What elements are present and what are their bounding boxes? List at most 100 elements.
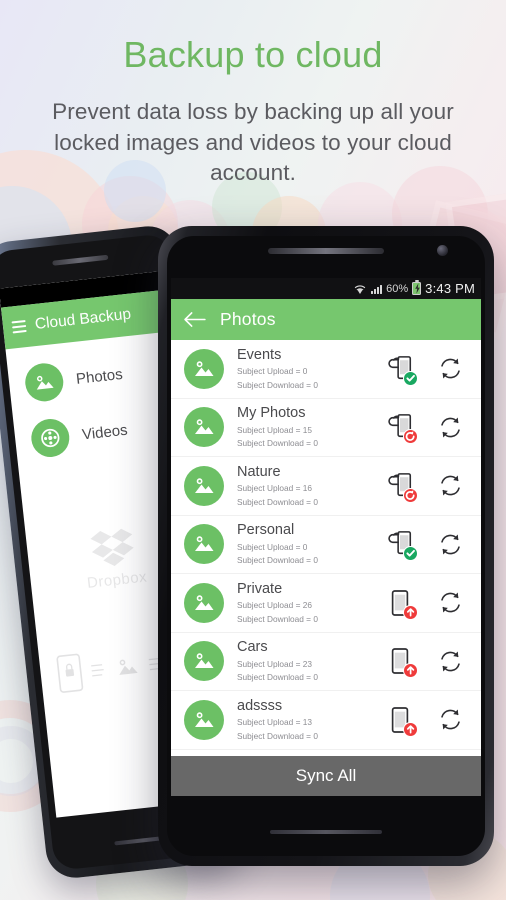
refresh-badge-icon (403, 429, 418, 445)
refresh-badge-icon (403, 487, 418, 503)
front-phone-mockup: 60% 3:43 PM Photos Events Subject Upload… (158, 226, 494, 866)
album-download-count: Subject Download = 0 (237, 379, 318, 390)
front-phone-screen: 60% 3:43 PM Photos Events Subject Upload… (171, 278, 481, 796)
dropbox-logo-icon (90, 528, 134, 566)
wifi-icon (354, 284, 366, 294)
bottom-speaker (270, 830, 382, 834)
list-item-text: Private Subject Upload = 26 Subject Down… (237, 580, 370, 626)
list-item-actions (383, 644, 473, 679)
list-item-actions (383, 586, 473, 620)
album-upload-count: Subject Upload = 0 (237, 366, 308, 377)
back-appbar-title: Cloud Backup (34, 305, 132, 333)
list-item-private[interactable]: Private Subject Upload = 26 Subject Down… (171, 574, 481, 633)
upload-badge-icon (403, 604, 418, 620)
hamburger-icon[interactable] (11, 319, 27, 334)
album-name: My Photos (237, 405, 306, 422)
list-item-text: My Photos Subject Upload = 15 Subject Do… (237, 404, 370, 450)
list-item-nature[interactable]: Nature Subject Upload = 16 Subject Downl… (171, 457, 481, 516)
image-icon (184, 582, 224, 623)
headline-block: Backup to cloud Prevent data loss by bac… (0, 34, 506, 189)
dropbox-watermark-label: Dropbox (86, 568, 148, 592)
sync-icon[interactable] (433, 703, 467, 737)
album-name: Personal (237, 522, 295, 539)
list-item-actions (383, 352, 473, 386)
list-item-personal[interactable]: Personal Subject Upload = 0 Subject Down… (171, 516, 481, 574)
list-item-events[interactable]: Events Subject Upload = 0 Subject Downlo… (171, 340, 481, 399)
sync-icon[interactable] (433, 410, 467, 444)
upload-badge-icon (403, 721, 418, 737)
list-item-text: adssss Subject Upload = 13 Subject Downl… (237, 697, 370, 743)
page-subtitle: Prevent data loss by backing up all your… (52, 99, 454, 186)
list-item-my-photos[interactable]: My Photos Subject Upload = 15 Subject Do… (171, 399, 481, 457)
album-download-count: Subject Download = 0 (237, 438, 318, 449)
sync-icon[interactable] (433, 352, 467, 386)
battery-percent-label: 60% (386, 282, 409, 295)
phone-icon[interactable] (383, 703, 418, 737)
app-toolbar: Photos (171, 299, 481, 340)
album-download-count: Subject Download = 0 (237, 672, 318, 683)
sync-icon[interactable] (433, 527, 467, 561)
image-icon (119, 659, 138, 675)
cloud-phone-icon[interactable] (383, 352, 418, 386)
locked-phone-icon (56, 653, 84, 693)
album-upload-count: Subject Upload = 16 (237, 483, 312, 494)
list-item-actions (383, 410, 473, 445)
sync-all-button[interactable]: Sync All (171, 756, 481, 796)
album-name: Events (237, 346, 282, 363)
battery-charging-icon (412, 280, 422, 295)
check-badge-icon (403, 546, 418, 562)
front-camera (437, 245, 448, 256)
album-list[interactable]: Events Subject Upload = 0 Subject Downlo… (171, 340, 481, 756)
signal-bars-icon (371, 284, 383, 294)
page-title: Backup to cloud (123, 34, 383, 75)
image-icon (184, 348, 224, 389)
image-icon (184, 465, 224, 506)
album-name: Nature (237, 463, 281, 480)
toolbar-title: Photos (220, 309, 276, 329)
cloud-phone-icon[interactable] (383, 469, 418, 503)
cloud-phone-icon[interactable] (383, 410, 418, 445)
image-icon (184, 524, 224, 565)
arrow-left-icon[interactable] (183, 311, 206, 328)
list-item-text: Events Subject Upload = 0 Subject Downlo… (237, 346, 370, 392)
image-icon (184, 699, 224, 740)
list-item-text: Nature Subject Upload = 16 Subject Downl… (237, 463, 370, 509)
image-icon (184, 641, 224, 682)
album-download-count: Subject Download = 0 (237, 613, 318, 624)
album-download-count: Subject Download = 0 (237, 730, 318, 741)
video-reel-icon (29, 417, 72, 459)
list-item-adssss[interactable]: adssss Subject Upload = 13 Subject Downl… (171, 691, 481, 750)
sync-icon[interactable] (433, 469, 467, 503)
motion-lines-icon (91, 664, 104, 677)
list-item-text: Personal Subject Upload = 0 Subject Down… (237, 521, 370, 567)
album-upload-count: Subject Upload = 0 (237, 541, 308, 552)
earpiece-speaker (268, 248, 384, 254)
list-item-actions (383, 703, 473, 737)
image-icon (184, 407, 224, 448)
phone-icon[interactable] (383, 644, 418, 679)
list-item-actions (383, 527, 473, 562)
android-statusbar: 60% 3:43 PM (171, 278, 481, 299)
sync-icon[interactable] (433, 644, 467, 678)
album-download-count: Subject Download = 0 (237, 496, 318, 507)
album-name: Private (237, 580, 283, 597)
album-upload-count: Subject Upload = 23 (237, 658, 312, 669)
phone-icon[interactable] (383, 586, 418, 620)
album-name: Cars (237, 639, 268, 656)
sidebar-item-label: Videos (81, 421, 129, 443)
list-item-actions (383, 469, 473, 503)
sidebar-item-label: Photos (75, 365, 124, 388)
image-icon (23, 361, 66, 404)
album-upload-count: Subject Upload = 15 (237, 424, 312, 435)
statusbar-clock: 3:43 PM (425, 281, 475, 296)
album-upload-count: Subject Upload = 26 (237, 600, 312, 611)
album-name: adssss (237, 697, 283, 714)
upload-badge-icon (403, 663, 418, 679)
album-download-count: Subject Download = 0 (237, 555, 318, 566)
sync-icon[interactable] (433, 586, 467, 620)
cloud-phone-icon[interactable] (383, 527, 418, 562)
album-upload-count: Subject Upload = 13 (237, 717, 312, 728)
check-badge-icon (403, 370, 418, 386)
list-item-family[interactable]: Family Subject Upload = 24 Subject Downl… (171, 750, 481, 757)
list-item-cars[interactable]: Cars Subject Upload = 23 Subject Downloa… (171, 633, 481, 691)
